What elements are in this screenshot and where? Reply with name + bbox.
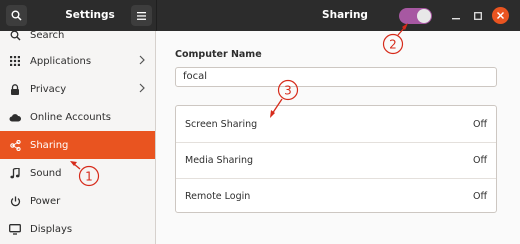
sidebar-item-privacy[interactable]: Privacy [0,75,155,103]
power-icon [0,196,30,207]
sidebar-item-label: Power [30,195,61,207]
sidebar-item-label: Online Accounts [30,111,112,123]
sidebar-item-label: Applications [30,55,92,67]
search-icon [11,10,22,21]
row-label: Screen Sharing [185,118,258,130]
apps-grid-icon [0,56,30,66]
row-state: Off [472,155,487,166]
screen-sharing-row[interactable]: Screen Sharing Off [176,106,496,142]
minimize-icon [451,17,460,19]
row-state: Off [472,191,487,202]
computer-name-label: Computer Name [175,49,262,60]
sidebar-item-label: Privacy [30,83,67,95]
row-label: Remote Login [185,191,251,202]
sidebar-item-sound[interactable]: Sound [0,159,155,187]
header-bar: Settings Sharing [0,0,520,31]
sidebar-item-label: Displays [30,223,73,235]
remote-login-row[interactable]: Remote Login Off [176,178,496,214]
close-icon [497,12,504,19]
sidebar-item-label: Sharing [30,139,69,151]
media-sharing-row[interactable]: Media Sharing Off [176,142,496,178]
menu-button[interactable] [131,5,152,26]
sidebar-item-label: Sound [30,167,62,179]
page-title: Sharing [322,9,368,21]
toggle-knob [417,9,431,23]
maximize-icon [473,11,482,20]
lock-icon [0,83,30,95]
row-state: Off [472,118,487,130]
sidebar-item-power[interactable]: Power [0,187,155,215]
header-divider [156,0,157,31]
sharing-options-list: Screen Sharing Off Media Sharing Off Rem… [175,105,497,213]
sidebar-item-displays[interactable]: Displays [0,215,155,243]
sidebar-item-sharing[interactable]: Sharing [0,131,155,159]
display-icon [0,223,30,235]
sidebar-item-applications[interactable]: Applications [0,47,155,75]
search-icon [0,31,30,41]
close-button[interactable] [492,7,509,24]
sharing-panel: Computer Name focal Screen Sharing Off M… [157,31,520,244]
sidebar-item-label: Search [30,31,65,41]
sharing-toggle[interactable] [399,8,432,24]
sidebar-item-online-accounts[interactable]: Online Accounts [0,103,155,131]
chevron-right-icon [139,55,145,65]
cloud-icon [0,113,30,122]
share-icon [0,139,30,151]
settings-title: Settings [65,9,115,21]
search-button[interactable] [6,5,27,26]
music-note-icon [0,167,30,179]
chevron-right-icon [139,83,145,93]
computer-name-field[interactable]: focal [175,67,497,87]
hamburger-icon [137,11,146,20]
maximize-button[interactable] [469,7,486,24]
minimize-button[interactable] [447,7,464,24]
sidebar: Search Applications Privacy Online Accou… [0,31,156,244]
row-label: Media Sharing [185,155,254,166]
